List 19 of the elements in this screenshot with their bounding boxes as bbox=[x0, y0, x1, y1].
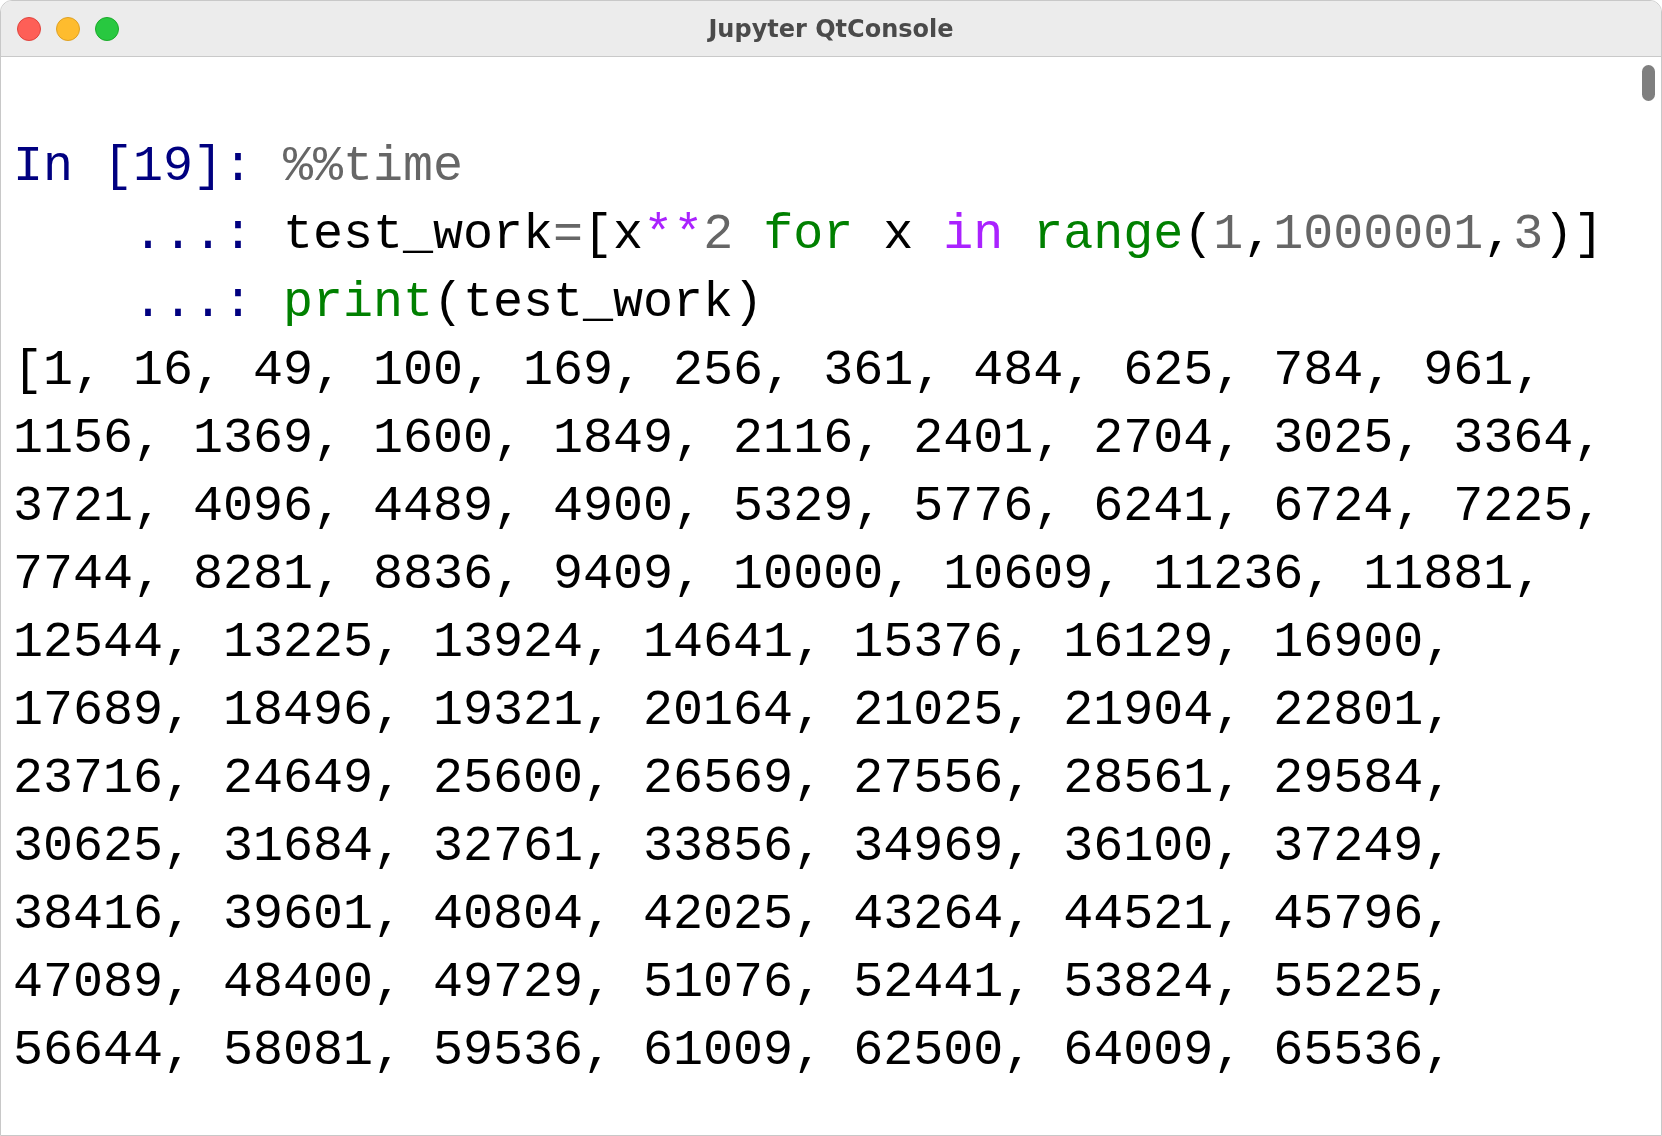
output-line: 1156, 1369, 1600, 1849, 2116, 2401, 2704, 3025, 3364, bbox=[13, 409, 1604, 469]
window-title: Jupyter QtConsole bbox=[708, 14, 954, 43]
output-line: 38416, 39601, 40804, 42025, 43264, 44521, 45796, bbox=[13, 885, 1454, 945]
code-line: ...: print(test_work) bbox=[132, 273, 765, 333]
scrollbar-thumb[interactable] bbox=[1642, 65, 1655, 101]
output-line: [1, 16, 49, 100, 169, 256, 361, 484, 625, 784, 961, bbox=[13, 341, 1544, 401]
output-line: 7744, 8281, 8836, 9409, 10000, 10609, 11236, 11881, bbox=[13, 545, 1544, 605]
output-line: 23716, 24649, 25600, 26569, 27556, 28561, 29584, bbox=[13, 749, 1454, 809]
code-line: ...: test_work=[x**2 for x in range(1,1000001,3)] bbox=[132, 205, 1605, 265]
minimize-icon[interactable] bbox=[56, 17, 80, 41]
code-line: In [19]: %%time bbox=[13, 137, 465, 197]
output-line: 17689, 18496, 19321, 20164, 21025, 21904, 22801, bbox=[13, 681, 1454, 741]
output-line: 12544, 13225, 13924, 14641, 15376, 16129, 16900, bbox=[13, 613, 1454, 673]
output-line: 56644, 58081, 59536, 61009, 62500, 64009, 65536, bbox=[13, 1021, 1454, 1081]
output-line: 3721, 4096, 4489, 4900, 5329, 5776, 6241, 6724, 7225, bbox=[13, 477, 1604, 537]
output-line: 30625, 31684, 32761, 33856, 34969, 36100, 37249, bbox=[13, 817, 1454, 877]
maximize-icon[interactable] bbox=[95, 17, 119, 41]
output-line: 47089, 48400, 49729, 51076, 52441, 53824, 55225, bbox=[13, 953, 1454, 1013]
close-icon[interactable] bbox=[17, 17, 41, 41]
